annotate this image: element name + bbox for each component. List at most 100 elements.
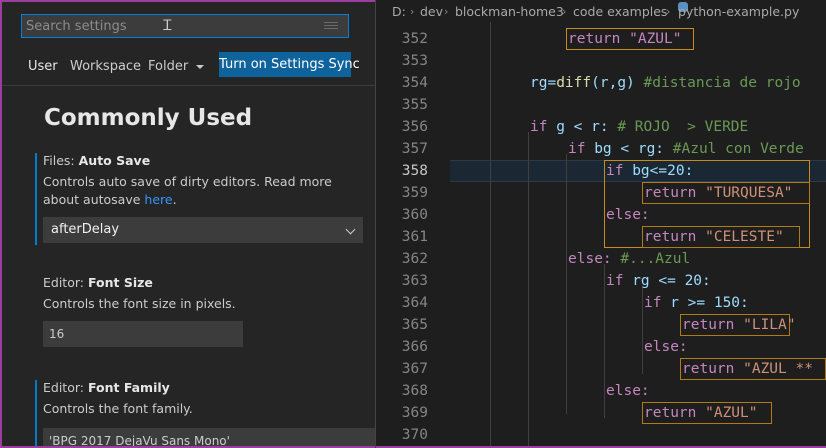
tab-folder[interactable]: Folder xyxy=(148,58,205,84)
search-settings-box[interactable]: Ꮖ xyxy=(21,14,349,38)
chevron-down-icon xyxy=(345,224,356,235)
code-token: "AZUL ** xyxy=(743,361,813,377)
setting-focus-bar xyxy=(35,153,37,245)
code-token: return xyxy=(682,361,744,377)
indent-guide xyxy=(566,154,567,414)
code-token: g < r: xyxy=(556,119,618,135)
code-token: bg<=20: xyxy=(632,163,694,179)
line-number: 363 xyxy=(401,273,428,289)
code-line: rg=diff(r,g) #distancia de rojo xyxy=(530,72,801,94)
font-size-input[interactable]: 16 xyxy=(43,321,243,347)
breadcrumb-item[interactable]: code examples xyxy=(573,2,667,22)
line-number: 368 xyxy=(401,383,428,399)
code-token: # ROJO > VERDE xyxy=(617,119,749,135)
code-token: bg < rg: xyxy=(594,141,673,157)
line-number: 364 xyxy=(401,295,428,311)
breadcrumb-item[interactable]: dev xyxy=(420,2,443,22)
auto-save-select[interactable]: afterDelay xyxy=(43,217,363,243)
setting-description-text: Controls auto save of dirty editors. Rea… xyxy=(43,174,332,207)
code-token: return xyxy=(644,185,706,201)
code-line: return "TURQUESA" xyxy=(644,182,792,204)
text-cursor-icon: Ꮖ xyxy=(163,18,173,34)
code-line: return "CELESTE" xyxy=(644,226,784,248)
code-token: return "AZUL" xyxy=(568,31,682,47)
line-number-active: 358 xyxy=(401,163,428,179)
line-number: 356 xyxy=(401,119,428,135)
code-token: return xyxy=(644,229,706,245)
breadcrumb: D: › dev › blockman-home3 › code example… xyxy=(376,2,826,22)
breadcrumb-file-label: python-example.py xyxy=(678,4,800,19)
setting-category: Files: xyxy=(43,153,79,168)
filter-list-icon[interactable] xyxy=(324,22,338,32)
code-line: return "AZUL" xyxy=(568,28,682,50)
setting-title: Editor: Font Size xyxy=(43,275,153,290)
autosave-here-link[interactable]: here xyxy=(144,192,172,207)
line-number: 366 xyxy=(401,339,428,355)
code-line: else: #...Azul xyxy=(568,248,690,270)
settings-pane: Ꮖ User Workspace Folder Turn on Settings… xyxy=(2,2,375,446)
code-line: if bg < rg: #Azul con Verde xyxy=(568,138,804,160)
code-line: return "LILA" xyxy=(682,314,796,336)
breadcrumb-item[interactable]: blockman-home3 xyxy=(455,2,564,22)
chevron-right-icon: › xyxy=(562,5,567,18)
code-token: #Azul con Verde xyxy=(672,141,804,157)
code-token: else: xyxy=(606,207,650,223)
line-number: 361 xyxy=(401,229,428,245)
code-editor[interactable]: D: › dev › blockman-home3 › code example… xyxy=(376,0,826,446)
code-token: if xyxy=(568,141,595,157)
setting-editor-font-size: Editor: Font Size Controls the font size… xyxy=(35,275,375,351)
tabs-divider xyxy=(2,85,375,86)
turn-on-settings-sync-button[interactable]: Turn on Settings Sync xyxy=(219,52,360,77)
line-number: 353 xyxy=(401,53,428,69)
line-number: 365 xyxy=(401,317,428,333)
line-number: 352 xyxy=(401,31,428,47)
setting-name: Font Family xyxy=(87,380,170,395)
code-token: "TURQUESA" xyxy=(705,185,793,201)
setting-description: Controls the font family. xyxy=(43,401,193,416)
chevron-down-icon xyxy=(196,64,205,69)
code-token: r >= 150: xyxy=(670,295,749,311)
line-number: 362 xyxy=(401,251,428,267)
chevron-right-icon: › xyxy=(444,5,449,18)
indent-guide xyxy=(604,264,605,418)
code-token: if xyxy=(606,273,633,289)
setting-description: Controls auto save of dirty editors. Rea… xyxy=(43,173,363,209)
section-title: Commonly Used xyxy=(44,105,253,131)
setting-category: Editor: xyxy=(43,275,88,290)
line-number: 359 xyxy=(401,185,428,201)
code-token: else: xyxy=(568,251,621,267)
code-line: if bg<=20: xyxy=(606,160,693,182)
line-number: 367 xyxy=(401,361,428,377)
code-token: diff xyxy=(556,75,592,91)
line-number: 357 xyxy=(401,141,428,157)
breadcrumb-item[interactable]: D: xyxy=(392,2,406,22)
tab-workspace[interactable]: Workspace xyxy=(70,58,141,84)
line-number: 369 xyxy=(401,405,428,421)
tab-folder-label: Folder xyxy=(148,59,189,74)
code-line: if r >= 150: xyxy=(644,292,749,314)
code-token: "CELESTE" xyxy=(705,229,784,245)
setting-focus-bar xyxy=(35,380,37,446)
indent-guide xyxy=(642,286,643,374)
code-line: return "AZUL ** xyxy=(682,358,813,380)
setting-editor-font-family: Editor: Font Family Controls the font fa… xyxy=(35,380,375,446)
code-token: if xyxy=(606,163,633,179)
line-number: 360 xyxy=(401,207,428,223)
setting-description: Controls the font size in pixels. xyxy=(43,296,236,311)
code-token: (r,g) xyxy=(591,75,644,91)
indent-guide xyxy=(528,132,529,446)
chevron-right-icon: › xyxy=(666,5,671,18)
tab-user[interactable]: User xyxy=(28,58,58,84)
code-token: #...Azul xyxy=(620,251,691,267)
code-token: if xyxy=(530,119,557,135)
auto-save-value: afterDelay xyxy=(51,222,120,237)
line-number: 354 xyxy=(401,75,428,91)
setting-title: Files: Auto Save xyxy=(43,153,150,168)
code-line: return "AZUL" xyxy=(644,402,758,424)
font-family-input[interactable]: 'BPG 2017 DejaVu Sans Mono' xyxy=(43,428,375,446)
code-token: return xyxy=(644,405,706,421)
code-token: return xyxy=(682,317,744,333)
chevron-right-icon: › xyxy=(410,5,415,18)
code-line: if g < r: # ROJO > VERDE xyxy=(530,116,748,138)
line-number: 370 xyxy=(401,427,428,443)
